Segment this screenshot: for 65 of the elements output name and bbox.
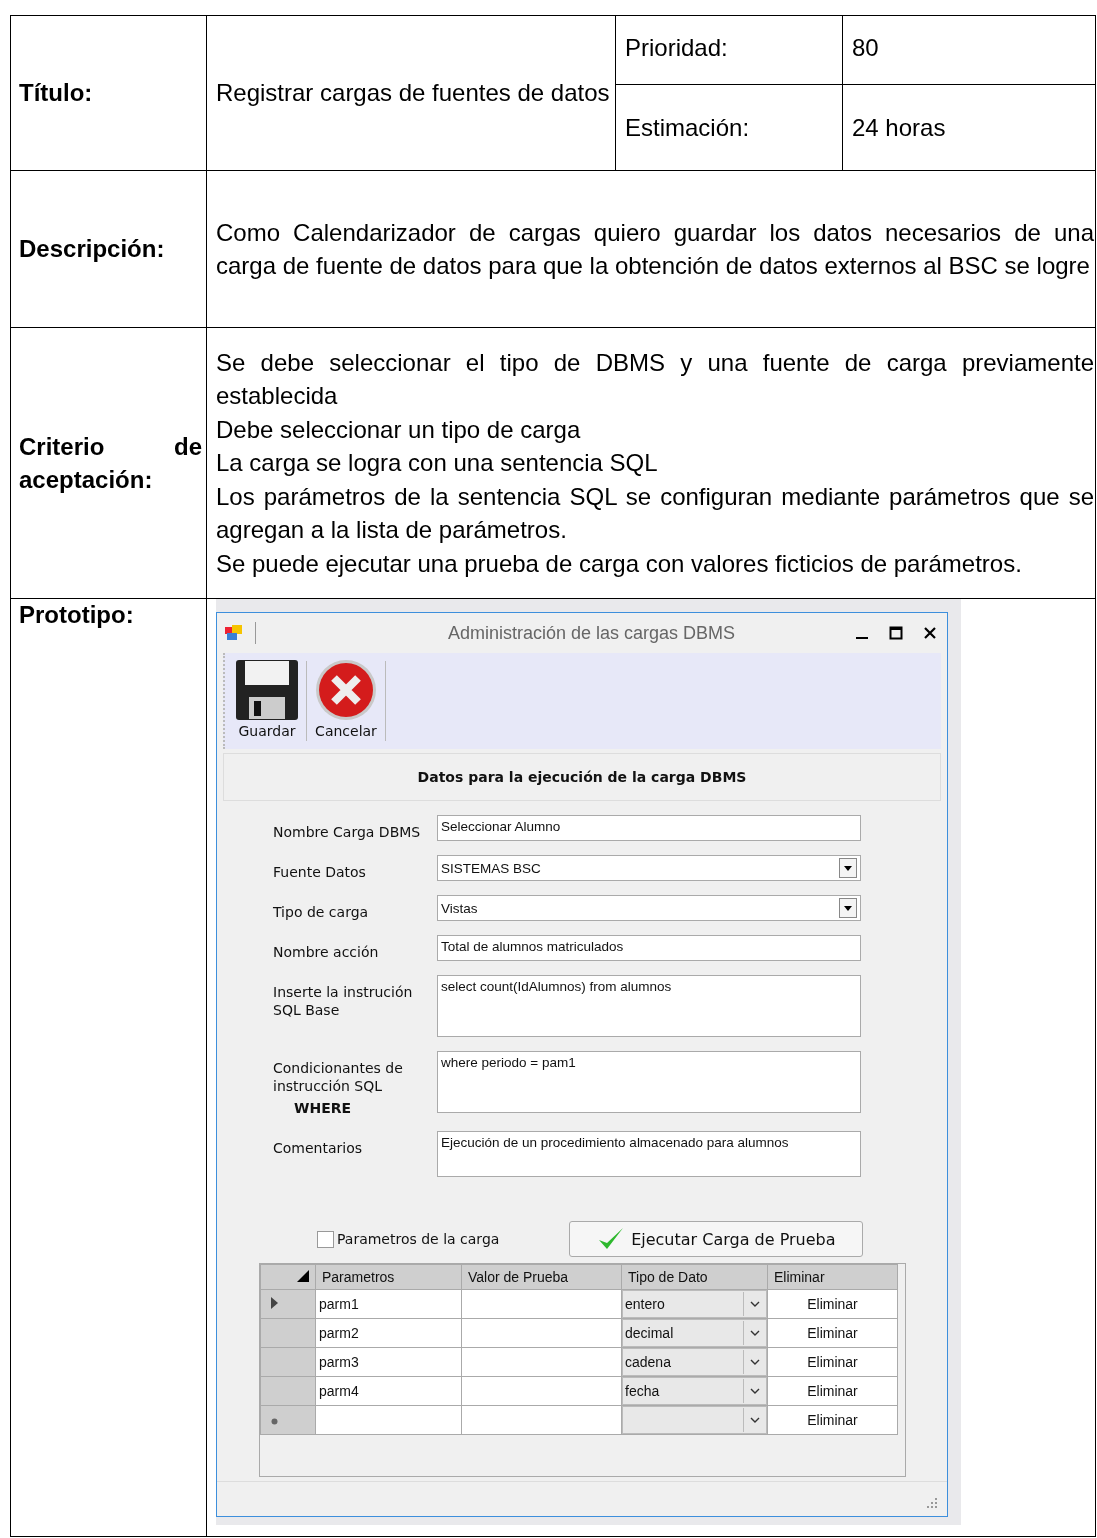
dropdown[interactable]: entero bbox=[622, 1290, 767, 1318]
chevron-down-icon bbox=[750, 1417, 760, 1423]
dropdown[interactable] bbox=[622, 1406, 767, 1434]
chevron-down-icon bbox=[750, 1301, 760, 1307]
field-label: Inserte la instrución SQL Base bbox=[273, 983, 414, 1019]
field-label: Comentarios bbox=[273, 1139, 364, 1157]
field-label: Tipo de carga bbox=[273, 903, 370, 921]
dropdown[interactable]: SISTEMAS BSC bbox=[437, 855, 861, 881]
app-icon bbox=[225, 625, 243, 641]
resize-grip-icon bbox=[927, 1498, 937, 1508]
table-cell: parm1 bbox=[319, 1296, 359, 1312]
field-label: Prototipo: bbox=[19, 601, 134, 628]
table-cell: parm3 bbox=[319, 1354, 359, 1370]
dropdown[interactable]: Vistas bbox=[437, 895, 861, 921]
criterion-text: La carga se logra con una sentencia SQL bbox=[216, 448, 659, 479]
criterion-text: Los parámetros de la sentencia SQL se configuran mediante parámetros que se agregan a la lista de parámetros. bbox=[216, 481, 1094, 546]
current-row-icon bbox=[271, 1297, 278, 1309]
close-icon[interactable] bbox=[923, 626, 937, 640]
toolbar-button[interactable]: Guardar bbox=[231, 657, 303, 745]
field-label: Condicionantes de instrucción SQL bbox=[273, 1059, 404, 1095]
new-row-icon bbox=[271, 1418, 278, 1425]
field-value: 24 horas bbox=[852, 113, 946, 141]
criterion-text: Se puede ejecutar una prueba de carga con valores ficticios de parámetros. bbox=[216, 548, 1023, 579]
input-field[interactable]: Total de alumnos matriculados bbox=[437, 935, 861, 961]
description-text: Como Calendarizador de cargas quiero guardar los datos necesarios de una carga de fuente de datos para que la obtención de datos externos al BSC se logre bbox=[216, 217, 1094, 281]
column-header[interactable]: Tipo de Dato bbox=[621, 1264, 768, 1290]
criterion-text: Se debe seleccionar el tipo de DBMS y una fuente de carga previamente establecida bbox=[216, 347, 1094, 412]
field-label: Título: bbox=[19, 79, 93, 106]
run-test-button[interactable]: Ejecutar Carga de Prueba bbox=[569, 1221, 864, 1257]
criterion-text: Debe seleccionar un tipo de carga bbox=[216, 414, 582, 445]
field-label: Criterio de aceptación: bbox=[19, 431, 202, 495]
corner-triangle-icon bbox=[297, 1270, 309, 1282]
column-header[interactable]: Eliminar bbox=[767, 1264, 898, 1290]
field-label: Nombre acción bbox=[273, 943, 380, 961]
field-label: Nombre Carga DBMS bbox=[273, 823, 422, 841]
field-value: 80 bbox=[852, 34, 879, 61]
table-cell: parm2 bbox=[319, 1325, 359, 1341]
chevron-down-icon bbox=[750, 1388, 760, 1394]
chevron-down-icon bbox=[750, 1359, 760, 1365]
toolbar-button[interactable]: Cancelar bbox=[310, 657, 382, 745]
input-field[interactable]: Seleccionar Alumno bbox=[437, 815, 861, 841]
field-label: Prioridad: bbox=[625, 34, 728, 61]
field-label: Descripción: bbox=[19, 235, 165, 262]
field-label: Fuente Datos bbox=[273, 863, 367, 881]
section-title: Datos para la ejecución de la carga DBMS bbox=[417, 769, 747, 785]
dropdown[interactable]: fecha bbox=[622, 1377, 767, 1405]
field-label: Estimación: bbox=[625, 113, 750, 141]
row-header[interactable] bbox=[260, 1289, 316, 1319]
window-title: Administración de las cargas DBMS bbox=[446, 622, 737, 644]
input-field[interactable]: select count(IdAlumnos) from alumnos bbox=[437, 975, 861, 1037]
input-field[interactable]: where periodo = pam1 bbox=[437, 1051, 861, 1113]
caret-icon bbox=[844, 865, 852, 871]
checkbox[interactable]: Parametros de la carga bbox=[317, 1230, 500, 1248]
maximize-icon[interactable] bbox=[889, 626, 903, 640]
dropdown[interactable]: decimal bbox=[622, 1319, 767, 1347]
caret-icon bbox=[844, 905, 852, 911]
dropdown[interactable]: cadena bbox=[622, 1348, 767, 1376]
story-title: Registrar cargas de fuentes de datos bbox=[216, 78, 611, 109]
chevron-down-icon bbox=[750, 1330, 760, 1336]
field-label: WHERE bbox=[293, 1099, 353, 1117]
cancel-icon bbox=[314, 659, 378, 721]
input-field[interactable]: Ejecución de un procedimiento almacenado para alumnos bbox=[437, 1131, 861, 1177]
column-header[interactable]: Valor de Prueba bbox=[461, 1264, 622, 1290]
column-header[interactable]: Parametros bbox=[315, 1264, 462, 1290]
table-cell: parm4 bbox=[319, 1383, 359, 1399]
